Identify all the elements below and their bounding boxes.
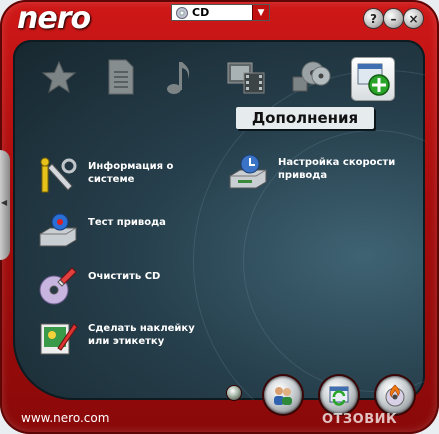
category-photo-video[interactable] — [225, 56, 267, 98]
side-expand-tab[interactable]: ◀ — [0, 150, 10, 260]
drive-speed-icon — [229, 154, 267, 189]
chevron-down-icon[interactable]: ▼ — [252, 5, 269, 20]
users-icon — [274, 387, 292, 405]
erase-disc-icon — [39, 267, 77, 305]
music-note-icon — [167, 62, 190, 94]
label-maker-label: Сделать наклейку или этикетку — [88, 323, 195, 347]
film-strip-icon — [227, 62, 265, 94]
category-copy-backup[interactable] — [290, 56, 332, 98]
add-window-icon — [357, 63, 390, 96]
burn-button[interactable] — [376, 376, 414, 414]
active-category-title: Дополнения — [236, 107, 374, 129]
help-button[interactable]: ? — [364, 9, 383, 28]
users-button[interactable] — [264, 376, 302, 414]
star-icon — [41, 60, 77, 94]
category-data[interactable] — [100, 56, 142, 98]
system-info-label: Информация о системе — [88, 161, 174, 185]
drive-test-label: Тест привода — [88, 217, 166, 228]
close-button[interactable]: × — [404, 9, 423, 28]
label-maker-item[interactable]: Сделать наклейку или этикетку — [38, 318, 208, 358]
erase-cd-item[interactable]: Очистить CD — [38, 266, 208, 306]
backup-button[interactable] — [320, 376, 358, 414]
arrow-left-icon: ◀ — [1, 198, 8, 207]
system-info-item[interactable]: Информация о системе — [38, 156, 208, 196]
document-icon — [108, 59, 134, 95]
category-favorites[interactable] — [38, 56, 80, 98]
drive-select[interactable]: CD ▼ — [171, 4, 270, 21]
tools-icon — [40, 157, 77, 193]
drive-speed-label: Настройка скорости привода — [278, 157, 396, 181]
erase-cd-label: Очистить CD — [88, 271, 161, 282]
drive-select-value: CD — [192, 6, 210, 19]
disc-icon — [176, 6, 188, 19]
status-indicator[interactable] — [227, 386, 241, 400]
website-link[interactable]: www.nero.com — [21, 411, 109, 425]
minimize-button[interactable]: – — [384, 9, 403, 28]
refresh-window-icon — [329, 386, 349, 406]
nero-logo: nero — [17, 1, 91, 36]
cover-designer-icon — [40, 323, 78, 355]
category-extras[interactable] — [352, 58, 394, 100]
watermark: ОТЗОВИК — [322, 412, 398, 427]
category-audio[interactable] — [158, 56, 200, 98]
drive-test-item[interactable]: Тест привода — [38, 212, 208, 252]
drive-test-icon — [39, 213, 77, 247]
flame-disc-icon — [385, 384, 405, 407]
drive-speed-item[interactable]: Настройка скорости привода — [228, 152, 408, 192]
discs-icon — [292, 61, 331, 92]
